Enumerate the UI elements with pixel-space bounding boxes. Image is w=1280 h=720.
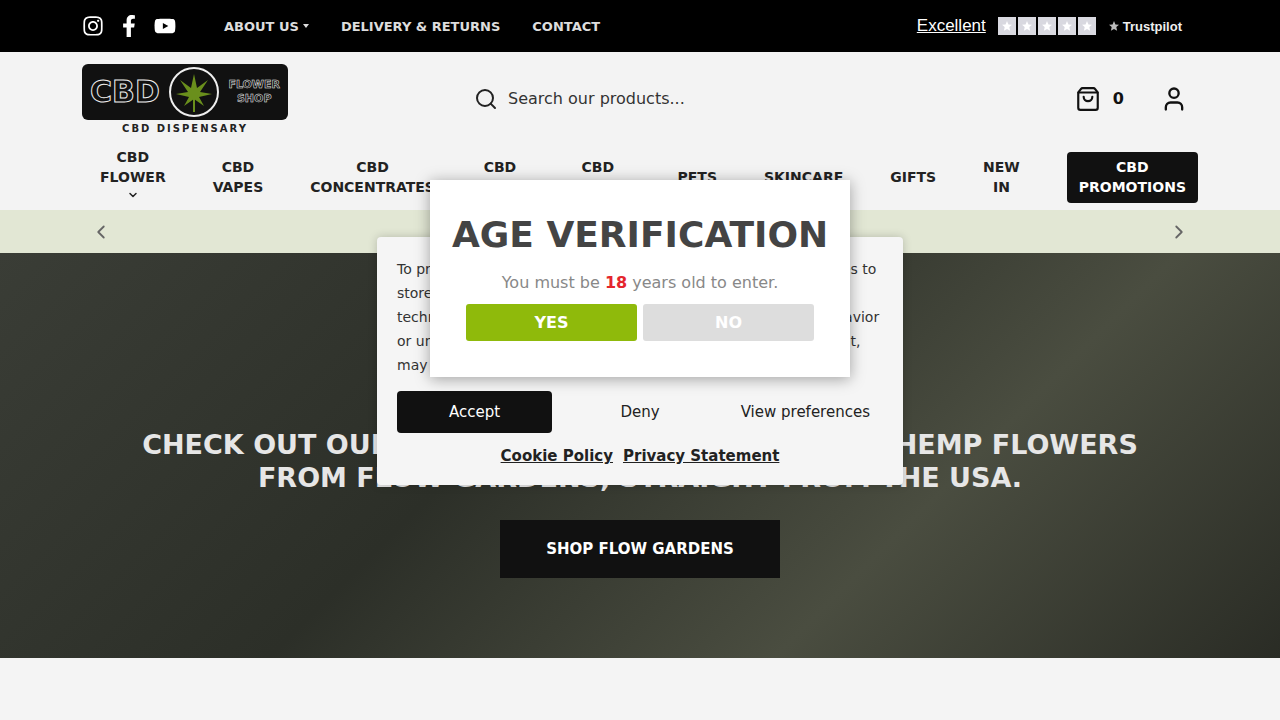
star-icon bbox=[1081, 20, 1093, 32]
trustpilot-stars bbox=[998, 17, 1096, 35]
search-input[interactable] bbox=[506, 88, 814, 109]
header-icons: 0 bbox=[1075, 85, 1188, 113]
logo[interactable]: CBD FLOWERSHOP CBD DISPENSARY bbox=[82, 64, 288, 134]
age-title: AGE VERIFICATION bbox=[452, 214, 828, 255]
cart-count: 0 bbox=[1113, 89, 1124, 108]
nav-item[interactable]: NEW IN bbox=[983, 158, 1020, 197]
cookie-button[interactable]: Accept bbox=[397, 391, 552, 433]
star-icon bbox=[1061, 20, 1073, 32]
cookie-link[interactable]: Cookie Policy bbox=[501, 447, 613, 465]
cookie-link[interactable]: Privacy Statement bbox=[623, 447, 779, 465]
top-nav-link[interactable]: DELIVERY & RETURNS bbox=[341, 19, 500, 34]
nav-item[interactable]: GIFTS bbox=[890, 168, 936, 188]
nav-item[interactable]: CBD FLOWER bbox=[100, 148, 166, 207]
leaf-logo-icon bbox=[168, 66, 220, 118]
star-box bbox=[1018, 17, 1036, 35]
chevron-down-icon bbox=[127, 189, 139, 201]
logo-tagline: CBD DISPENSARY bbox=[122, 123, 248, 134]
age-buttons: YESNO bbox=[466, 304, 814, 341]
instagram-icon[interactable] bbox=[82, 15, 104, 37]
search-bar[interactable] bbox=[474, 87, 814, 111]
caret-icon bbox=[303, 24, 309, 28]
top-bar: ABOUT US DELIVERY & RETURNS CONTACT Excelle… bbox=[0, 0, 1280, 52]
cookie-links: Cookie Policy Privacy Statement bbox=[397, 447, 883, 465]
age-number: 18 bbox=[605, 273, 627, 292]
star-box bbox=[1038, 17, 1056, 35]
trustpilot-rating[interactable]: Excellent bbox=[917, 16, 986, 36]
search-icon bbox=[474, 87, 498, 111]
top-nav-link[interactable]: CONTACT bbox=[532, 19, 600, 34]
star-box bbox=[1078, 17, 1096, 35]
cookie-button[interactable]: View preferences bbox=[728, 391, 883, 433]
star-box bbox=[998, 17, 1016, 35]
facebook-icon[interactable] bbox=[118, 15, 140, 37]
nav-item[interactable]: CBD PROMOTIONS bbox=[1067, 152, 1198, 203]
top-nav: ABOUT US DELIVERY & RETURNS CONTACT bbox=[224, 19, 600, 34]
hero-button[interactable]: SHOP FLOW GARDENS bbox=[500, 520, 780, 578]
star-icon bbox=[1041, 20, 1053, 32]
trustpilot[interactable]: Excellent Trustpilot bbox=[917, 16, 1182, 36]
chevron-right-icon[interactable] bbox=[1168, 221, 1190, 243]
age-button[interactable]: YES bbox=[466, 304, 637, 341]
user-icon[interactable] bbox=[1160, 85, 1188, 113]
youtube-icon[interactable] bbox=[154, 15, 176, 37]
star-icon bbox=[1001, 20, 1013, 32]
star-box bbox=[1058, 17, 1076, 35]
top-nav-link[interactable]: ABOUT US bbox=[224, 19, 309, 34]
logo-words: FLOWERSHOP bbox=[228, 78, 280, 104]
cookie-buttons: AcceptDeny View preferences bbox=[397, 391, 883, 433]
logo-big: CBD bbox=[90, 74, 160, 109]
page: ABOUT US DELIVERY & RETURNS CONTACT Excelle… bbox=[0, 0, 1280, 720]
cookie-button[interactable]: Deny bbox=[562, 391, 717, 433]
bag-icon bbox=[1075, 86, 1101, 112]
cart[interactable]: 0 bbox=[1075, 86, 1124, 112]
age-button[interactable]: NO bbox=[643, 304, 814, 341]
trustpilot-star-icon bbox=[1108, 20, 1120, 32]
logo-box: CBD FLOWERSHOP bbox=[82, 64, 288, 120]
trustpilot-brand: Trustpilot bbox=[1108, 19, 1182, 34]
nav-item[interactable]: CBD CONCENTRATES bbox=[310, 158, 435, 197]
nav-item[interactable]: CBD VAPES bbox=[213, 158, 264, 197]
header: CBD FLOWERSHOP CBD DISPENSARY 0 bbox=[0, 52, 1280, 145]
age-text: You must be 18 years old to enter. bbox=[502, 273, 779, 292]
page-bottom bbox=[0, 658, 1280, 720]
chevron-left-icon[interactable] bbox=[90, 221, 112, 243]
social-links bbox=[82, 15, 176, 37]
star-icon bbox=[1021, 20, 1033, 32]
age-modal: AGE VERIFICATION You must be 18 years old… bbox=[430, 180, 850, 377]
